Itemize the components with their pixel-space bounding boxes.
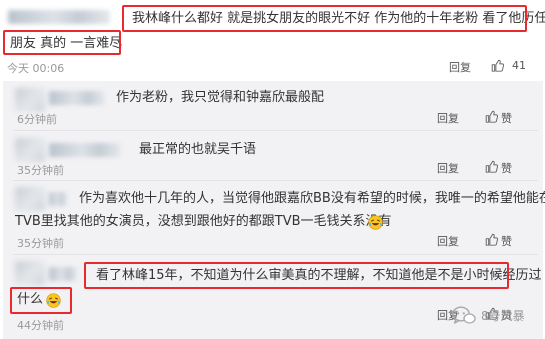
reply-avatar-blurred: [15, 138, 45, 162]
reply-1-reply-button[interactable]: 回复: [437, 110, 459, 126]
replies-panel: 作为老粉，我只觉得和钟嘉欣最般配 6分钟前 回复 赞 最正常的也就吴千语 35分…: [3, 81, 545, 339]
reply-1-like-icon[interactable]: [485, 110, 498, 123]
reply-username-blurred: [49, 192, 67, 206]
highlight-box-main-line2: [3, 30, 121, 55]
reply-1-timestamp: 6分钟前: [17, 113, 57, 126]
reply-avatar-blurred: [15, 187, 45, 211]
reply-divider: [13, 130, 538, 131]
reply-4-timestamp: 44分钟前: [17, 319, 64, 332]
reply-3-like-icon[interactable]: [485, 233, 498, 246]
reply-username-blurred: [49, 143, 121, 157]
reply-2-text: 最正常的也就吴千语: [139, 142, 257, 157]
wechat-icon: [452, 306, 476, 324]
reply-2-reply-button[interactable]: 回复: [437, 160, 459, 176]
reply-username-blurred: [49, 91, 105, 105]
main-like-count: 41: [512, 59, 526, 72]
reply-2-like-label[interactable]: 赞: [501, 160, 512, 176]
reply-3-reply-button[interactable]: 回复: [437, 233, 459, 249]
highlight-box-reply4-line1: [84, 262, 509, 289]
watermark-label: 8号风暴: [481, 309, 525, 323]
reply-2-like-icon[interactable]: [485, 160, 498, 173]
highlight-box-reply4-line2: [10, 287, 72, 314]
reply-avatar-blurred: [15, 261, 45, 285]
main-reply-button[interactable]: 回复: [449, 59, 471, 75]
reply-divider: [13, 180, 538, 181]
reply-1-text: 作为老粉，我只觉得和钟嘉欣最般配: [116, 90, 325, 105]
laugh-cry-emoji-icon: [368, 215, 383, 230]
like-thumb-icon[interactable]: [491, 59, 504, 72]
highlight-box-main-line1: [122, 5, 527, 32]
watermark: 8号风暴: [452, 306, 525, 325]
reply-3-like-label[interactable]: 赞: [501, 233, 512, 249]
reply-3-timestamp: 35分钟前: [17, 237, 64, 250]
reply-avatar-blurred: [15, 88, 45, 112]
username-blurred: [8, 10, 110, 24]
reply-username-blurred: [49, 267, 77, 281]
reply-2-timestamp: 35分钟前: [17, 164, 64, 177]
reply-3-line2: TVB里找其他的女演员，没想到跟他好的都跟TVB一毛钱关系没有: [15, 214, 392, 229]
main-comment-timestamp: 今天 00:06: [7, 62, 65, 75]
reply-1-like-label[interactable]: 赞: [501, 110, 512, 126]
reply-3-line1: 作为喜欢他十几年的人，当觉得他跟嘉欣BB没有希望的时候，我唯一的希望他能在: [79, 191, 545, 206]
reply-divider: [13, 254, 538, 255]
